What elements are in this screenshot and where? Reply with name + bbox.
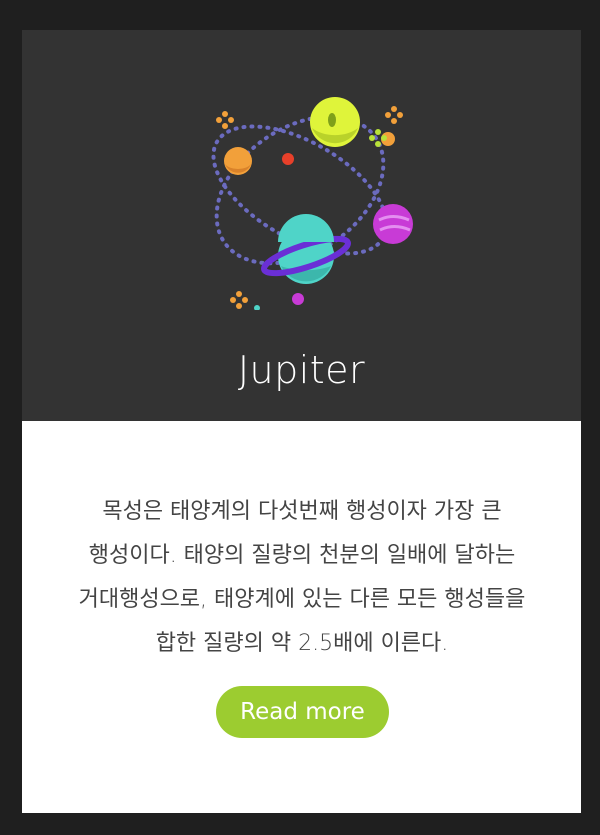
sparkle-icon [230,291,248,309]
sparkle-icon [216,111,234,129]
planet-system-icon [211,97,413,310]
lime-planet-icon [310,97,360,147]
magenta-planet-icon [373,204,413,244]
card-description: 목성은 태양계의 다섯번째 행성이자 가장 큰 행성이다. 태양의 질량의 천분… [78,499,526,656]
card-header: Jupiter [22,30,581,421]
orange-planet-icon [224,147,252,175]
read-more-button[interactable]: Read more [216,686,389,738]
card-title: Jupiter [237,348,366,392]
red-moon-icon [282,153,294,165]
card-body: 목성은 태양계의 다섯번째 행성이자 가장 큰 행성이다. 태양의 질량의 천분… [22,421,581,813]
sparkle-icon [385,106,403,124]
planet-card: Jupiter 목성은 태양계의 다섯번째 행성이자 가장 큰 행성이다. 태양… [22,30,581,813]
sparkle-icon [254,305,260,310]
small-moon-icon [292,293,304,305]
ringed-planet-icon [261,214,351,284]
